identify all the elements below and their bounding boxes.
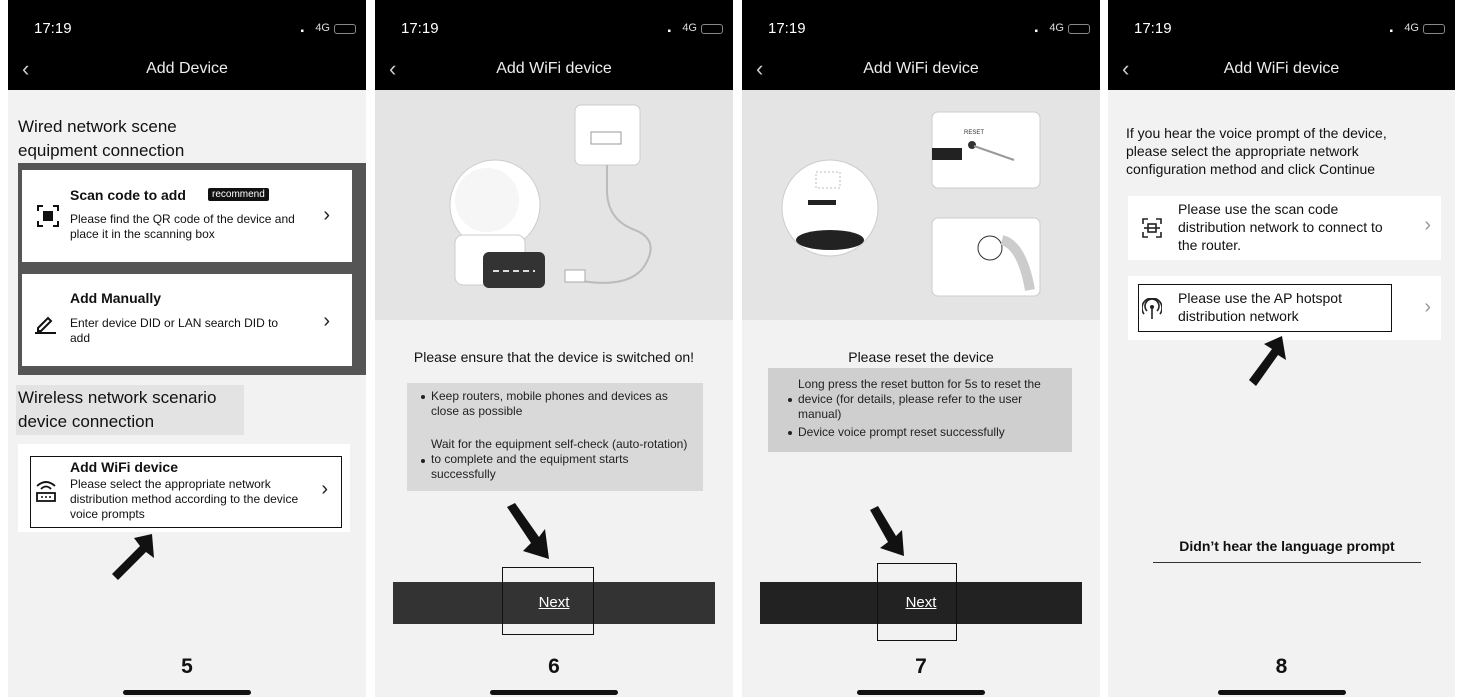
signal-icon: ▪: [300, 26, 304, 37]
home-indicator: [123, 690, 251, 695]
scan-code-card[interactable]: Scan code to add recommend Please find t…: [22, 170, 352, 262]
chevron-right-icon: ›: [323, 204, 330, 226]
network-type: 4G: [1404, 22, 1419, 34]
intro-text: If you hear the voice prompt of the devi…: [1126, 125, 1387, 177]
status-time: 17:19: [768, 20, 806, 37]
ap-hotspot-option[interactable]: Please use the AP hotspot distribution n…: [1128, 276, 1441, 340]
battery-icon: [1423, 24, 1445, 34]
nav-bar: ‹ Add WiFi device: [742, 52, 1100, 90]
signal-icon: ▪: [1034, 26, 1038, 37]
wifi-card-desc: Please select the appropriate network di…: [70, 477, 299, 521]
battery-icon: [1068, 24, 1090, 34]
scan-frame-icon: [1142, 218, 1162, 243]
tip-text: Keep routers, mobile phones and devices …: [431, 389, 668, 418]
chevron-right-icon: ›: [323, 310, 330, 332]
page-title: Add WiFi device: [1223, 60, 1340, 77]
option-text: Please use the scan code distribution ne…: [1178, 201, 1383, 253]
chevron-right-icon: ›: [1424, 296, 1431, 318]
manual-card-desc: Enter device DID or LAN search DID to ad…: [70, 316, 279, 345]
home-indicator: [490, 690, 618, 695]
pointer-arrow: [1249, 336, 1286, 386]
screen-add-device: 17:19 ▪ 4G ‹ Add Device Wired network sc…: [8, 0, 366, 697]
battery-icon: [701, 24, 723, 34]
page-title: Add WiFi device: [863, 60, 979, 77]
scan-code-option[interactable]: Please use the scan code distribution ne…: [1128, 196, 1441, 260]
scan-card-title: Scan code to add: [70, 187, 186, 203]
section-heading: Please ensure that the device is switche…: [413, 349, 695, 365]
bullet: [788, 431, 792, 435]
wifi-router-icon: [34, 480, 58, 507]
hotspot-icon: [1141, 297, 1163, 325]
camera-power-illustration: [449, 104, 652, 288]
tip-text: Device voice prompt reset successfully: [798, 425, 1005, 439]
no-prompt-link[interactable]: Didn’t hear the language prompt: [1153, 538, 1421, 563]
wired-section-title: Wired network scene equipment connection: [18, 117, 185, 160]
bullet: [421, 459, 425, 463]
edit-pen-icon: [34, 314, 58, 339]
pointer-arrow: [870, 506, 904, 556]
signal-icon: ▪: [1389, 26, 1393, 37]
step-number: 8: [1275, 655, 1288, 678]
bullet: [421, 395, 425, 399]
reset-illustration: [781, 111, 1041, 297]
wireless-section-title: Wireless network scenario device connect…: [18, 388, 217, 431]
status-bar: 17:19 ▪ 4G: [742, 0, 1100, 60]
screen-power-on: 17:19 ▪ 4G ‹ Add WiFi device Please ensu…: [375, 0, 733, 697]
status-time: 17:19: [34, 20, 72, 37]
signal-icon: ▪: [667, 26, 671, 37]
tips-box: Long press the reset button for 5s to re…: [768, 368, 1072, 452]
illustration-area: [375, 90, 733, 320]
tip-item: Long press the reset button for 5s to re…: [788, 377, 1060, 422]
page-title: Add WiFi device: [496, 60, 612, 77]
nav-bar: ‹ Add WiFi device: [375, 52, 733, 90]
pointer-arrow: [507, 503, 549, 559]
page-title: Add Device: [146, 60, 228, 77]
network-type: 4G: [315, 22, 330, 34]
tip-text: Long press the reset button for 5s to re…: [798, 377, 1041, 421]
pointer-arrow: [112, 534, 154, 580]
illustration-area: RESET: [742, 90, 1100, 320]
highlight-box: [502, 567, 594, 635]
wifi-card-title: Add WiFi device: [70, 459, 179, 475]
status-time: 17:19: [401, 20, 439, 37]
screen-choose-method: 17:19 ▪ 4G ‹ Add WiFi device If you hear…: [1108, 0, 1455, 697]
battery-icon: [334, 24, 356, 34]
bullet: [788, 398, 792, 402]
scan-card-desc: Please find the QR code of the device an…: [70, 212, 295, 241]
manual-card-title: Add Manually: [70, 290, 162, 306]
recommend-badge: recommend: [208, 188, 269, 201]
reset-label: RESET: [964, 130, 985, 136]
step-number: 5: [181, 655, 193, 678]
add-manually-card[interactable]: Add Manually Enter device DID or LAN sea…: [22, 274, 352, 366]
home-indicator: [1217, 690, 1346, 695]
nav-bar: ‹ Add Device: [8, 52, 366, 90]
chevron-right-icon: ›: [321, 478, 328, 500]
tip-text: Wait for the equipment self-check (auto-…: [431, 437, 688, 481]
screen-reset-device: 17:19 ▪ 4G ‹ Add WiFi device RESET Pleas…: [742, 0, 1100, 697]
network-type: 4G: [1049, 22, 1064, 34]
status-bar: 17:19 ▪ 4G: [1108, 0, 1455, 60]
section-heading: Please reset the device: [848, 349, 994, 365]
chevron-right-icon: ›: [1424, 214, 1431, 236]
status-time: 17:19: [1134, 20, 1172, 37]
step-number: 6: [548, 655, 560, 678]
option-text: Please use the AP hotspot distribution n…: [1178, 290, 1342, 324]
add-wifi-card[interactable]: Add WiFi device Please select the approp…: [18, 444, 350, 532]
tips-box: Keep routers, mobile phones and devices …: [407, 383, 703, 491]
tip-item: Device voice prompt reset successfully: [788, 425, 1060, 440]
tip-item: Wait for the equipment self-check (auto-…: [421, 437, 691, 482]
home-indicator: [857, 690, 985, 695]
network-type: 4G: [682, 22, 697, 34]
status-bar: 17:19 ▪ 4G: [375, 0, 733, 60]
highlight-box: [877, 563, 957, 641]
step-number: 7: [915, 655, 927, 678]
nav-bar: ‹ Add WiFi device: [1108, 52, 1455, 90]
status-bar: 17:19 ▪ 4G: [8, 0, 366, 60]
tip-item: Keep routers, mobile phones and devices …: [421, 389, 691, 419]
qr-scan-icon: [36, 204, 60, 233]
